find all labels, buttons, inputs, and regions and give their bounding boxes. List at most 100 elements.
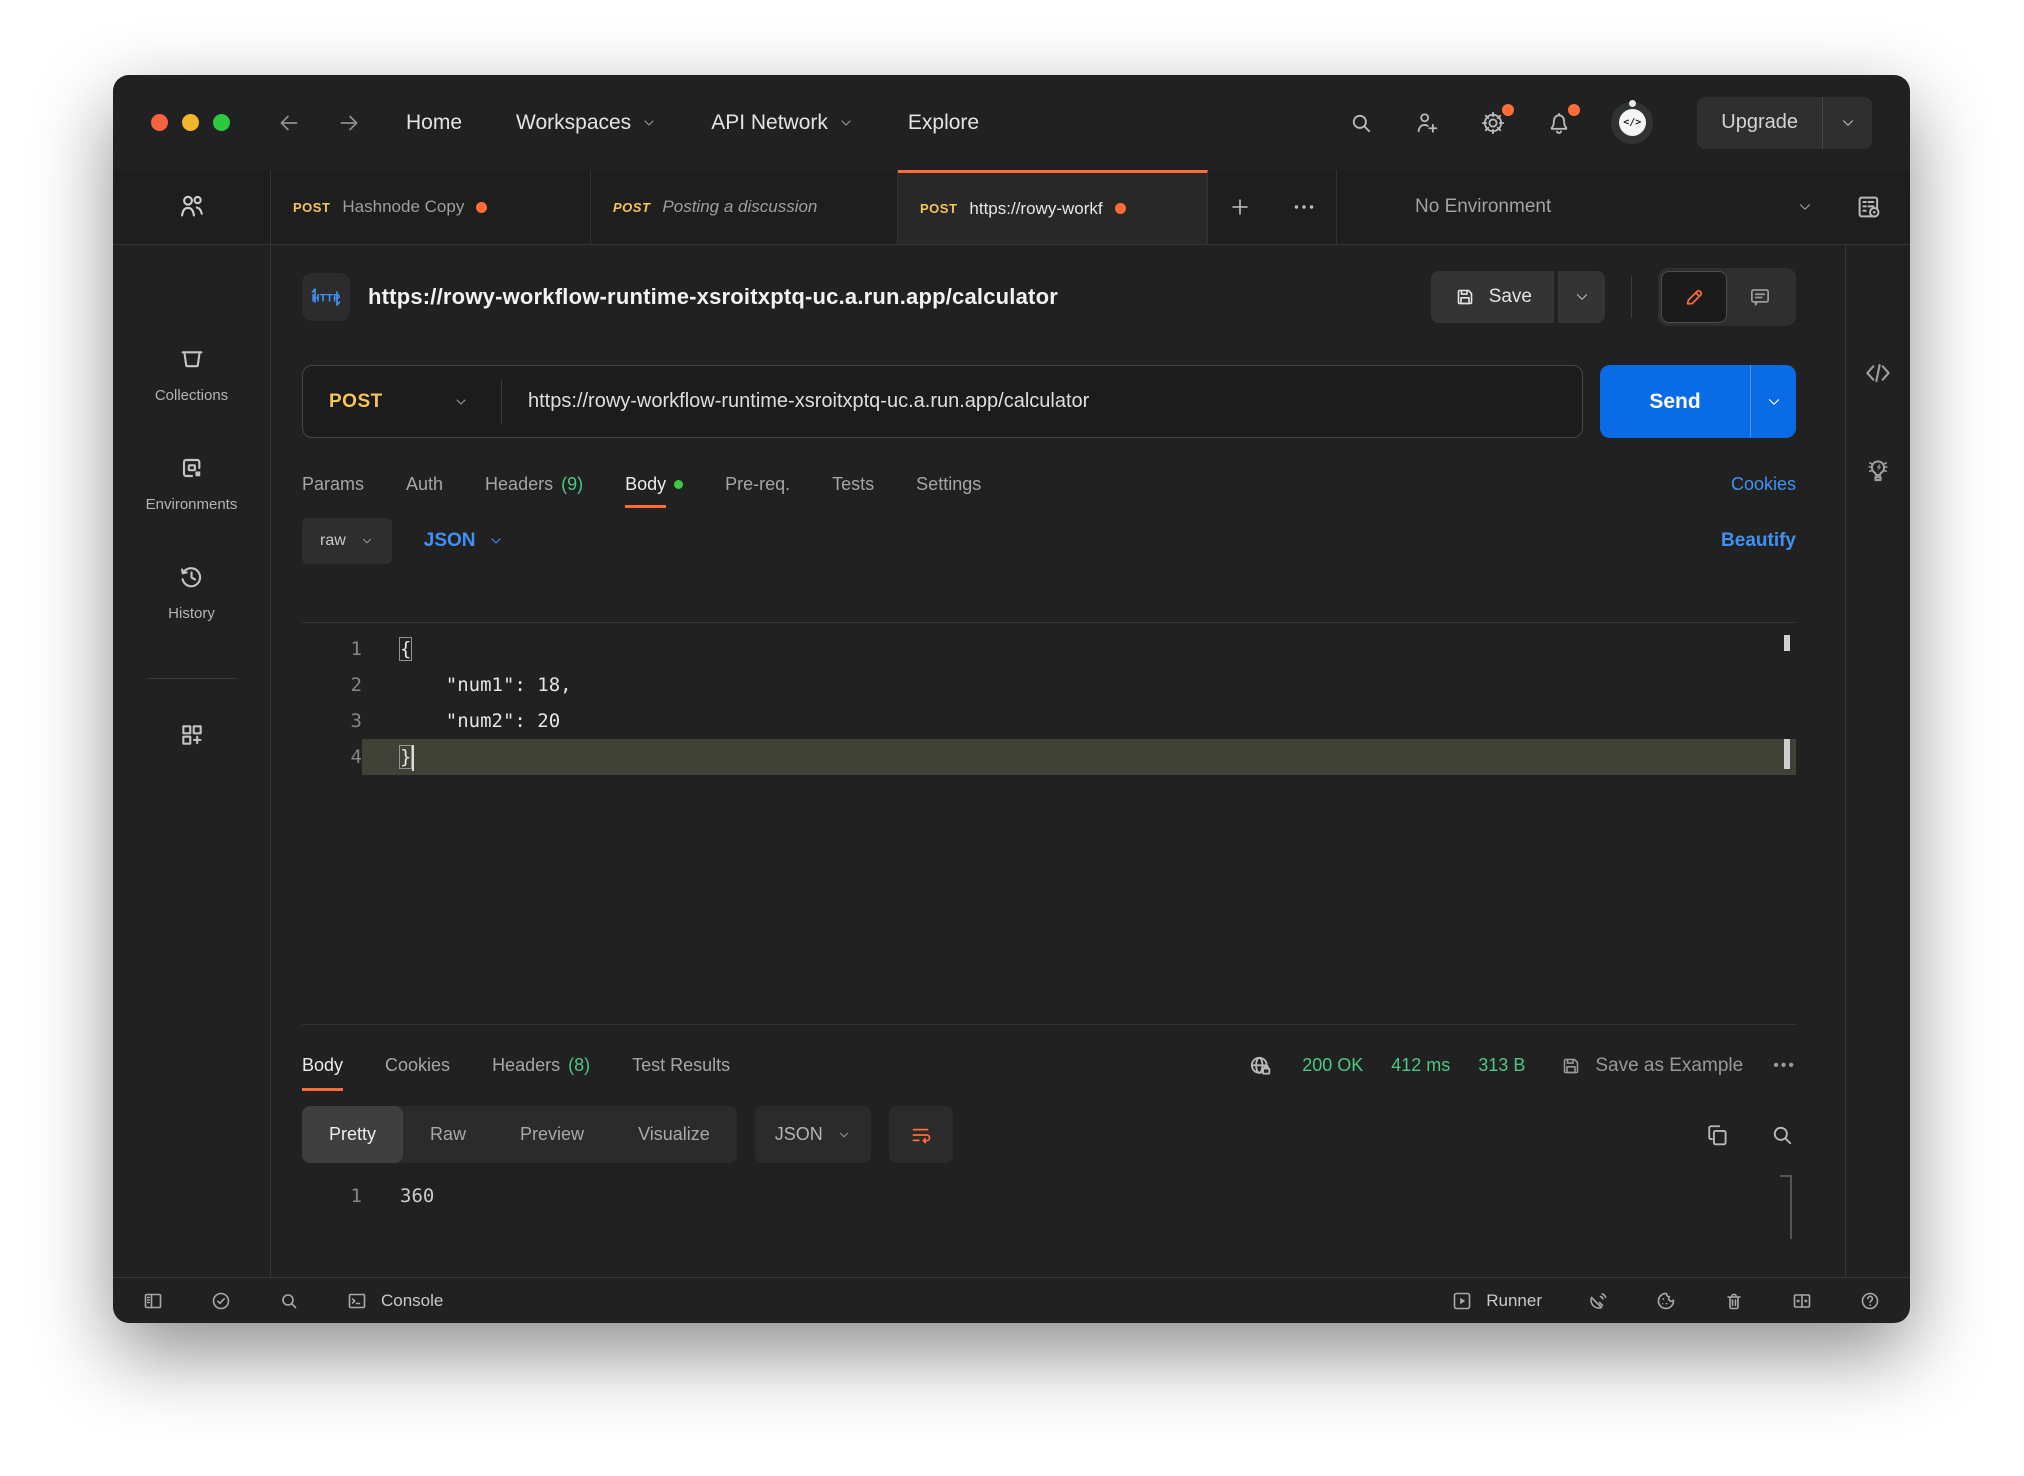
right-rail	[1845, 245, 1910, 1277]
find-icon[interactable]	[277, 1289, 301, 1313]
console-button[interactable]: Console	[345, 1289, 443, 1313]
comment-button[interactable]	[1727, 271, 1793, 323]
request-config-tabs: Params Auth Headers(9) Body Pre-req. Tes…	[302, 468, 1796, 500]
view-visualize[interactable]: Visualize	[611, 1106, 737, 1163]
editor-scrollbar-mark[interactable]	[1784, 635, 1790, 651]
response-value: 360	[362, 1179, 434, 1213]
nav-api-network[interactable]: API Network	[711, 111, 854, 135]
edit-pencil-button[interactable]	[1661, 271, 1727, 323]
response-tab-test-results[interactable]: Test Results	[632, 1055, 730, 1076]
save-options-chevron[interactable]	[1557, 271, 1605, 323]
tab-pre-request[interactable]: Pre-req.	[725, 474, 790, 495]
runner-button[interactable]: Runner	[1450, 1289, 1542, 1313]
svg-text:HTTP: HTTP	[312, 293, 341, 305]
upgrade-chevron[interactable]	[1822, 97, 1872, 149]
search-response-icon[interactable]	[1768, 1121, 1796, 1149]
save-icon	[1453, 285, 1477, 309]
capture-requests-icon[interactable]	[1586, 1289, 1610, 1313]
url-box: POST https://rowy-workflow-runtime-xsroi…	[302, 365, 1583, 438]
split-pane-icon[interactable]	[1790, 1289, 1814, 1313]
team-icon[interactable]	[113, 170, 271, 244]
send-options-chevron[interactable]	[1750, 365, 1796, 438]
new-tab-button[interactable]	[1208, 170, 1272, 244]
response-body[interactable]: 1 360	[302, 1179, 1796, 1213]
response-tab-body[interactable]: Body	[302, 1055, 343, 1076]
response-view-switcher: Pretty Raw Preview Visualize	[302, 1106, 737, 1163]
send-button[interactable]: Send	[1600, 365, 1796, 438]
sidebar-add-block-button[interactable]	[176, 719, 208, 751]
search-icon[interactable]	[1347, 109, 1375, 137]
avatar[interactable]: </>	[1611, 102, 1653, 144]
help-icon[interactable]	[1858, 1289, 1882, 1313]
body-mode-dropdown[interactable]: raw	[302, 518, 392, 564]
tab-posting-a-discussion[interactable]: POST Posting a discussion	[591, 170, 898, 244]
tab-tests[interactable]: Tests	[832, 474, 874, 495]
response-tab-headers[interactable]: Headers(8)	[492, 1055, 590, 1076]
tab-params[interactable]: Params	[302, 474, 364, 495]
sidebar-item-collections[interactable]: Collections	[155, 343, 228, 404]
nav-home[interactable]: Home	[406, 111, 462, 135]
notifications-bell-icon[interactable]	[1545, 109, 1573, 137]
tab-settings[interactable]: Settings	[916, 474, 981, 495]
response-size[interactable]: 313 B	[1478, 1055, 1525, 1076]
globe-lock-icon[interactable]	[1246, 1052, 1274, 1080]
upgrade-button[interactable]: Upgrade	[1697, 97, 1872, 149]
tab-headers[interactable]: Headers(9)	[485, 474, 583, 495]
panel-toggle-icon[interactable]	[141, 1289, 165, 1313]
wrap-lines-button[interactable]	[889, 1106, 953, 1163]
tab-body[interactable]: Body	[625, 474, 683, 495]
response-status[interactable]: 200 OK	[1302, 1055, 1363, 1076]
forward-arrow-icon[interactable]	[336, 110, 362, 136]
more-tabs-button[interactable]	[1272, 170, 1336, 244]
nav-explore[interactable]: Explore	[908, 111, 979, 135]
response-tab-cookies[interactable]: Cookies	[385, 1055, 450, 1076]
trash-icon[interactable]	[1722, 1289, 1746, 1313]
beautify-link[interactable]: Beautify	[1721, 530, 1796, 552]
environment-selector[interactable]: No Environment	[1336, 170, 1910, 244]
invite-user-icon[interactable]	[1413, 109, 1441, 137]
copy-response-icon[interactable]	[1704, 1121, 1732, 1149]
collections-icon	[176, 343, 208, 375]
editor-scrollbar-mark[interactable]	[1784, 739, 1790, 769]
window-controls	[151, 114, 230, 131]
comment-icon	[1747, 284, 1773, 310]
checkmark-circle-icon[interactable]	[209, 1289, 233, 1313]
response-type-dropdown[interactable]: JSON	[755, 1106, 871, 1163]
view-raw[interactable]: Raw	[403, 1106, 493, 1163]
environment-quicklook-icon[interactable]	[1854, 192, 1884, 222]
method-chevron-icon[interactable]	[453, 394, 469, 410]
close-window-button[interactable]	[151, 114, 168, 131]
tab-auth[interactable]: Auth	[406, 474, 443, 495]
cookies-link[interactable]: Cookies	[1731, 474, 1796, 495]
method-selector[interactable]: POST	[329, 391, 453, 413]
response-header: Body Cookies Headers(8) Test Results 200…	[302, 1024, 1796, 1090]
back-arrow-icon[interactable]	[276, 110, 302, 136]
minimize-window-button[interactable]	[182, 114, 199, 131]
tab-hashnode-copy[interactable]: POST Hashnode Copy	[271, 170, 591, 244]
save-button[interactable]: Save	[1431, 271, 1554, 323]
environments-icon	[176, 452, 208, 484]
sidebar-item-history[interactable]: History	[168, 561, 215, 622]
settings-gear-icon[interactable]	[1479, 109, 1507, 137]
body-has-content-dot	[674, 480, 683, 489]
request-body-editor[interactable]: 1 { 2 "num1": 18, 3 "num2": 20 4 }	[302, 622, 1796, 1024]
nav-workspaces[interactable]: Workspaces	[516, 111, 657, 135]
sidebar-item-environments[interactable]: Environments	[146, 452, 238, 513]
request-tab-strip: POST Hashnode Copy POST Posting a discus…	[113, 170, 1910, 245]
left-sidebar: Collections Environments History	[113, 245, 271, 1277]
response-scrollbar[interactable]	[1790, 1175, 1792, 1239]
save-as-example-button[interactable]: Save as Example	[1559, 1054, 1743, 1078]
url-input[interactable]: https://rowy-workflow-runtime-xsroitxptq…	[528, 390, 1089, 413]
response-time[interactable]: 412 ms	[1391, 1055, 1450, 1076]
view-preview[interactable]: Preview	[493, 1106, 611, 1163]
maximize-window-button[interactable]	[213, 114, 230, 131]
body-type-dropdown[interactable]: JSON	[424, 530, 504, 552]
view-pretty[interactable]: Pretty	[302, 1106, 403, 1163]
code-snippet-icon[interactable]	[1862, 357, 1894, 389]
tab-rowy-workflow-active[interactable]: POST https://rowy-workf	[898, 170, 1208, 244]
lightbulb-icon[interactable]	[1862, 455, 1894, 487]
response-more-options[interactable]: •••	[1773, 1057, 1796, 1075]
chevron-down-icon	[838, 115, 854, 131]
cookies-icon[interactable]	[1654, 1289, 1678, 1313]
editor-line: 1 {	[302, 631, 1796, 667]
